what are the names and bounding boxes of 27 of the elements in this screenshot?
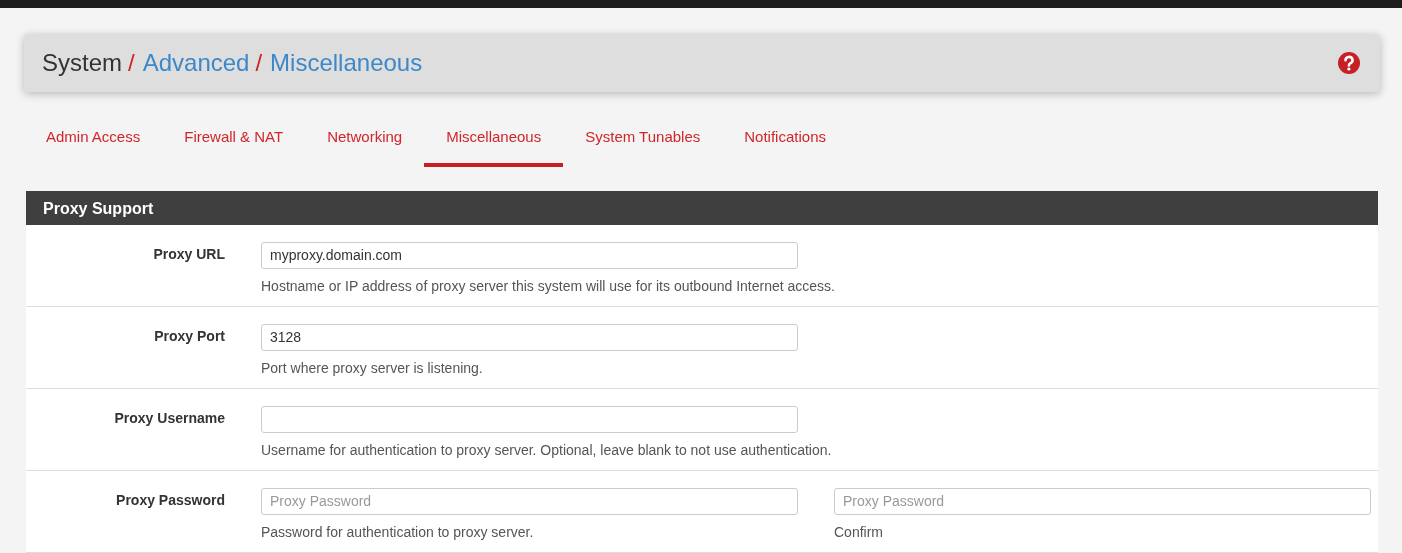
input-field[interactable]: Proxy Password <box>834 487 1371 515</box>
help-icon[interactable] <box>1338 52 1360 74</box>
panel-title: Proxy Support <box>26 190 1378 225</box>
help-text: Hostname or IP address of proxy server this system will use for its outbound Internet access. <box>261 276 835 296</box>
help-text: Password for authentication to proxy server. <box>261 522 534 542</box>
input-field[interactable]: myproxy.domain.com <box>261 241 798 269</box>
tab[interactable]: Firewall & NAT <box>162 118 306 167</box>
breadcrumb-separator: / <box>128 48 135 78</box>
field-label: Proxy URL <box>152 244 225 264</box>
help-text: Port where proxy server is listening. <box>261 358 483 378</box>
tab[interactable]: Networking <box>305 118 425 167</box>
breadcrumb-link[interactable]: Miscellaneous <box>270 45 423 81</box>
breadcrumb-separator: / <box>255 48 263 78</box>
help-text: Username for authentication to proxy server. Optional, leave blank to not use authentication. <box>261 440 832 460</box>
breadcrumb-link[interactable]: Advanced <box>142 45 250 81</box>
tab[interactable]: System Tunables <box>563 118 723 167</box>
input-field[interactable] <box>261 405 798 433</box>
field-label: Proxy Port <box>153 326 225 346</box>
tab[interactable]: Admin Access <box>24 118 163 167</box>
field-label: Proxy Username <box>113 408 225 428</box>
input-field[interactable]: Proxy Password <box>261 487 798 515</box>
tab[interactable]: Miscellaneous <box>424 118 564 167</box>
help-text: Confirm <box>834 522 883 542</box>
tab[interactable]: Notifications <box>722 118 848 167</box>
field-label: Proxy Password <box>115 490 225 510</box>
breadcrumb-item: System <box>42 48 122 78</box>
input-field[interactable]: 3128 <box>261 323 798 351</box>
